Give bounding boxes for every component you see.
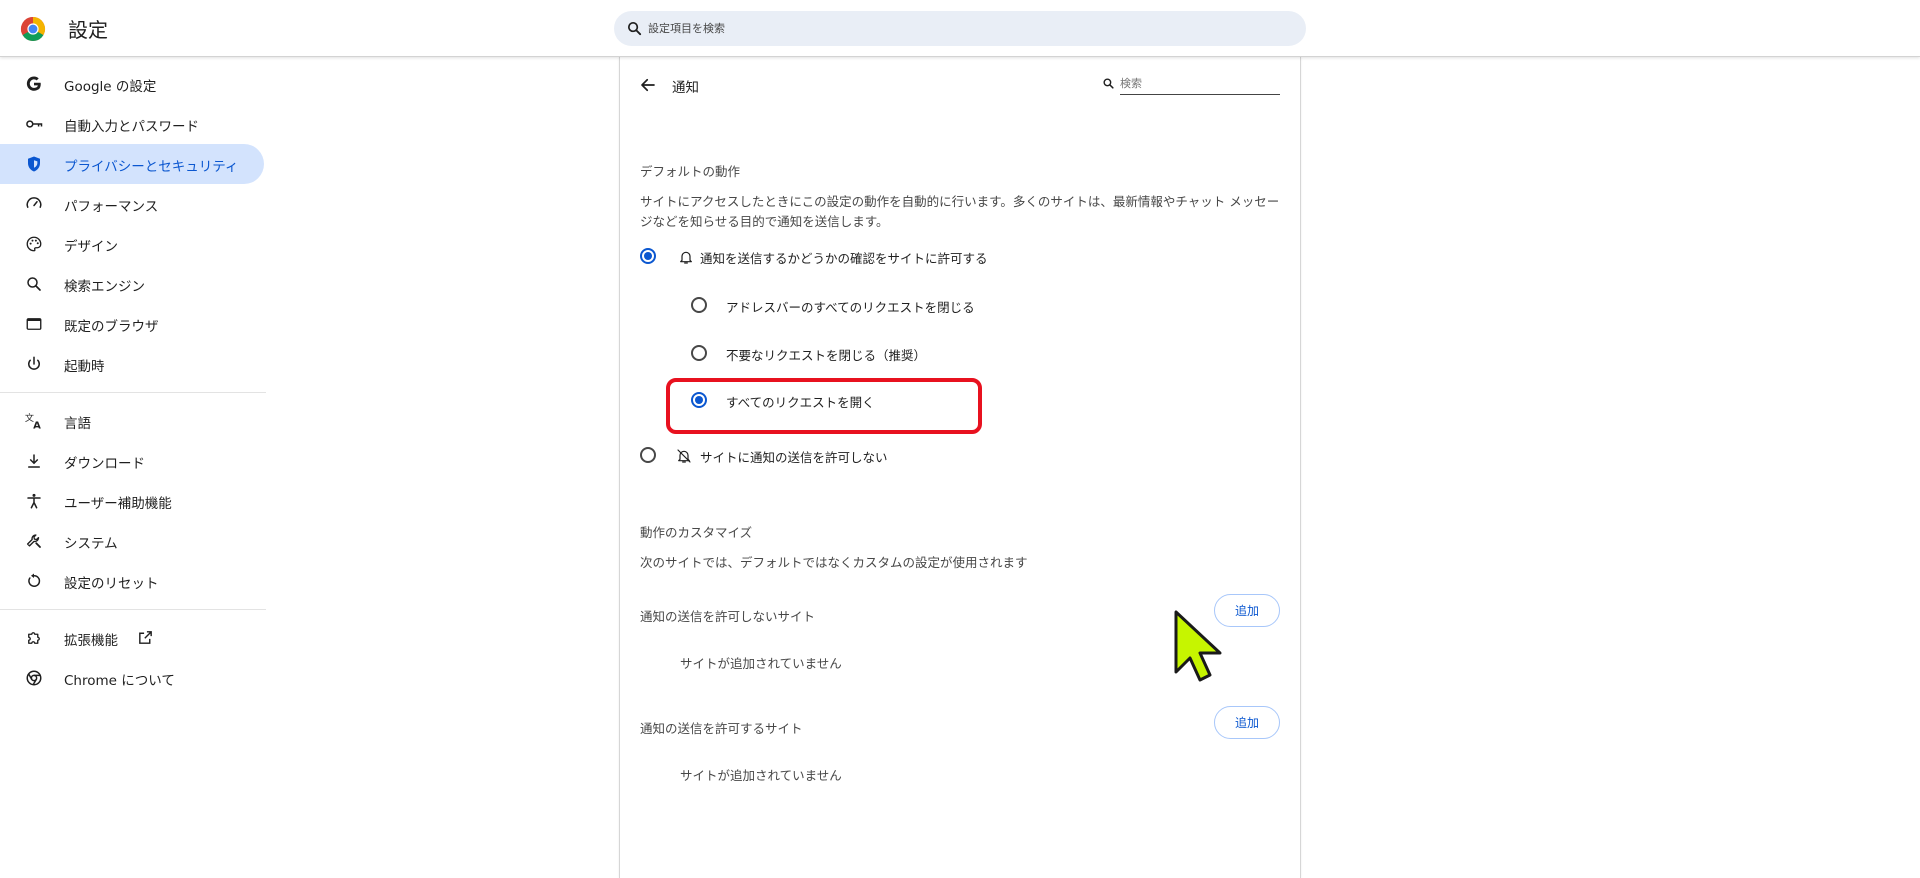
- key-icon: [24, 114, 44, 134]
- search-icon: [1103, 78, 1114, 89]
- radio-expand-all[interactable]: [691, 392, 707, 408]
- arrow-back-icon: [641, 78, 655, 92]
- sidebar-item-privacy[interactable]: プライバシーとセキュリティ: [0, 144, 264, 184]
- add-allowed-site-button[interactable]: 追加: [1214, 706, 1280, 739]
- search-icon: [627, 21, 642, 36]
- google-icon: [24, 74, 44, 94]
- top-bar: 設定: [0, 0, 1920, 57]
- mouse-pointer-icon: [1174, 610, 1222, 682]
- sidebar-item-appearance[interactable]: デザイン: [0, 224, 264, 264]
- option-label-quiet-all: アドレスバーのすべてのリクエストを閉じる: [726, 300, 975, 315]
- sidebar-item-label: デザイン: [64, 239, 118, 255]
- sidebar-item-label: システム: [64, 536, 118, 552]
- sidebar-item-google[interactable]: Google の設定: [0, 64, 264, 104]
- chrome-icon: [24, 668, 44, 688]
- allowed-sites-label: 通知の送信を許可するサイト: [640, 721, 803, 736]
- sidebar-item-reset[interactable]: 設定のリセット: [0, 561, 264, 601]
- notifications-settings-card: 通知 デフォルトの動作 サイトにアクセスしたときにこの設定の動作を自動的に行いま…: [619, 57, 1301, 878]
- open-in-new-icon: [139, 631, 152, 644]
- page-search-input[interactable]: [1120, 73, 1280, 95]
- sidebar-item-label: 既定のブラウザ: [64, 319, 159, 335]
- speedometer-icon: [24, 194, 44, 214]
- palette-icon: [24, 234, 44, 254]
- wrench-icon: [24, 531, 44, 551]
- back-button[interactable]: [636, 73, 660, 97]
- sidebar-item-label: プライバシーとセキュリティ: [64, 159, 239, 175]
- sidebar-item-accessibility[interactable]: ユーザー補助機能: [0, 481, 264, 521]
- sidebar-item-label: ダウンロード: [64, 456, 145, 472]
- sidebar: Google の設定 自動入力とパスワード プライバシーとセキュリティ パフォー…: [0, 57, 266, 878]
- radio-allow-ask[interactable]: [640, 248, 656, 264]
- puzzle-icon: [24, 628, 44, 648]
- sidebar-item-label: 拡張機能: [64, 633, 118, 649]
- bell-off-icon: [677, 449, 691, 463]
- bell-icon: [680, 251, 692, 264]
- page-search-box[interactable]: [1100, 73, 1280, 95]
- page-title: 通知: [672, 80, 699, 96]
- sidebar-item-performance[interactable]: パフォーマンス: [0, 184, 264, 224]
- shield-icon: [24, 154, 44, 174]
- customize-description: 次のサイトでは、デフォルトではなくカスタムの設定が使用されます: [640, 555, 1028, 570]
- sidebar-item-system[interactable]: システム: [0, 521, 264, 561]
- sidebar-item-label: 設定のリセット: [64, 576, 159, 592]
- reset-icon: [24, 571, 44, 591]
- sidebar-item-label: パフォーマンス: [64, 199, 159, 215]
- sidebar-item-label: Google の設定: [64, 79, 157, 95]
- sidebar-item-on-startup[interactable]: 起動時: [0, 344, 264, 384]
- radio-quiet-all[interactable]: [691, 297, 707, 313]
- download-icon: [24, 451, 44, 471]
- sidebar-item-search-engine[interactable]: 検索エンジン: [0, 264, 264, 304]
- blocked-sites-label: 通知の送信を許可しないサイト: [640, 609, 816, 624]
- radio-quiet-unwanted[interactable]: [691, 345, 707, 361]
- search-icon: [24, 274, 44, 294]
- svg-text:A: A: [33, 421, 41, 432]
- sidebar-item-label: 言語: [64, 416, 91, 432]
- settings-search-input[interactable]: [648, 11, 1288, 46]
- option-label-block: サイトに通知の送信を許可しない: [700, 450, 888, 465]
- app-title: 設定: [68, 18, 108, 42]
- option-label-allow-ask: 通知を送信するかどうかの確認をサイトに許可する: [700, 251, 988, 266]
- option-label-quiet-unwanted: 不要なリクエストを閉じる（推奨）: [726, 348, 927, 363]
- allowed-sites-empty-text: サイトが追加されていません: [680, 768, 842, 783]
- option-label-expand-all: すべてのリクエストを開く: [726, 395, 875, 410]
- radio-block[interactable]: [640, 447, 656, 463]
- sidebar-item-languages[interactable]: 文A 言語: [0, 401, 264, 441]
- sidebar-item-label: ユーザー補助機能: [64, 496, 172, 512]
- sidebar-divider: [0, 392, 266, 393]
- sidebar-item-label: 起動時: [64, 359, 105, 375]
- chrome-logo-icon: [20, 16, 46, 42]
- settings-search-box[interactable]: [614, 11, 1306, 46]
- accessibility-icon: [24, 491, 44, 511]
- default-behavior-description: サイトにアクセスしたときにこの設定の動作を自動的に行います。多くのサイトは、最新…: [640, 194, 1280, 229]
- translate-icon: 文A: [24, 411, 44, 431]
- sidebar-item-downloads[interactable]: ダウンロード: [0, 441, 264, 481]
- sidebar-item-about-chrome[interactable]: Chrome について: [0, 658, 264, 698]
- blocked-sites-empty-text: サイトが追加されていません: [680, 656, 842, 671]
- customize-title: 動作のカスタマイズ: [640, 525, 753, 540]
- default-behavior-title: デフォルトの動作: [640, 164, 741, 179]
- sidebar-divider: [0, 609, 266, 610]
- sidebar-item-default-browser[interactable]: 既定のブラウザ: [0, 304, 264, 344]
- sidebar-item-label: 自動入力とパスワード: [64, 119, 199, 135]
- power-icon: [24, 354, 44, 374]
- browser-window-icon: [24, 314, 44, 334]
- sidebar-item-extensions[interactable]: 拡張機能: [0, 618, 264, 658]
- sidebar-item-autofill[interactable]: 自動入力とパスワード: [0, 104, 264, 144]
- sidebar-item-label: Chrome について: [64, 673, 175, 689]
- sidebar-item-label: 検索エンジン: [64, 279, 145, 295]
